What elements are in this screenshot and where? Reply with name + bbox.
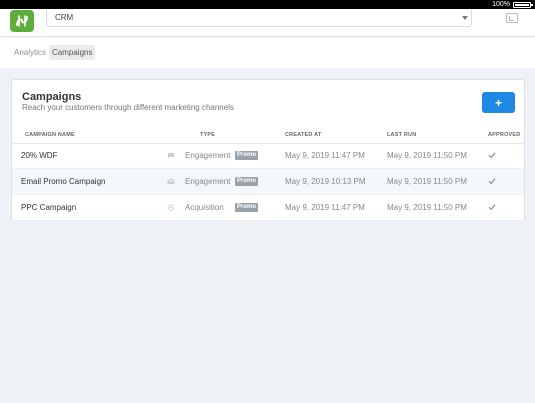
tab-campaigns[interactable]: Campaigns xyxy=(49,45,96,60)
battery-icon xyxy=(513,1,533,8)
created-at: May 9, 2019 11:47 PM xyxy=(285,203,365,212)
table-row[interactable]: 20% WDF Engagement Promo May 9, 2019 11:… xyxy=(12,143,524,169)
check-icon xyxy=(488,204,496,211)
column-header-created-at[interactable]: CREATED AT xyxy=(285,132,321,138)
chevron-down-icon xyxy=(462,16,468,20)
campaign-type: Engagement xyxy=(185,151,231,160)
logo-icon xyxy=(16,15,28,27)
column-header-last-run[interactable]: LAST RUN xyxy=(387,132,416,138)
column-header-campaign-name[interactable]: CAMPAIGN NAME xyxy=(25,132,75,138)
top-bar: CRM xyxy=(0,9,535,37)
battery-indicator: 100% xyxy=(492,0,533,9)
battery-percent: 100% xyxy=(492,1,510,8)
column-header-approved[interactable]: APPROVED xyxy=(488,132,520,138)
promo-badge: Promo xyxy=(235,177,259,186)
campaign-type: Acquisition xyxy=(185,203,224,212)
nav-tabs: Analytics Campaigns xyxy=(0,38,535,68)
campaign-name[interactable]: PPC Campaign xyxy=(21,203,76,212)
app-logo[interactable] xyxy=(10,10,34,32)
promo-badge: Promo xyxy=(235,151,259,160)
page-subtitle: Reach your customers through different m… xyxy=(22,103,234,112)
created-at: May 9, 2019 10:13 PM xyxy=(285,177,366,186)
table-row[interactable]: PPC Campaign Acquisition Promo May 9, 20… xyxy=(12,195,524,221)
page-title: Campaigns xyxy=(22,91,82,103)
tab-analytics[interactable]: Analytics xyxy=(11,45,49,60)
created-at: May 9, 2019 11:47 PM xyxy=(285,151,365,160)
campaign-name[interactable]: Email Promo Campaign xyxy=(21,177,105,186)
campaign-name[interactable]: 20% WDF xyxy=(21,151,57,160)
add-campaign-button[interactable]: + xyxy=(482,92,515,113)
check-icon xyxy=(488,152,496,159)
last-run: May 9, 2019 11:50 PM xyxy=(387,151,467,160)
campaigns-card: Campaigns Reach your customers through d… xyxy=(11,79,525,221)
target-icon xyxy=(167,204,175,211)
status-bar: 100% xyxy=(0,0,535,9)
app-selector[interactable]: CRM xyxy=(46,9,472,27)
fullscreen-icon[interactable] xyxy=(506,13,518,23)
check-icon xyxy=(488,178,496,185)
column-header-type[interactable]: TYPE xyxy=(200,132,215,138)
mail-icon xyxy=(167,178,175,184)
app-selector-value: CRM xyxy=(55,13,74,22)
promo-badge: Promo xyxy=(235,203,259,212)
last-run: May 9, 2019 11:50 PM xyxy=(387,177,467,186)
last-run: May 9, 2019 11:50 PM xyxy=(387,203,467,212)
table-header: CAMPAIGN NAME TYPE CREATED AT LAST RUN A… xyxy=(12,128,524,144)
table-row[interactable]: Email Promo Campaign Engagement Promo Ma… xyxy=(12,169,524,195)
campaign-type: Engagement xyxy=(185,177,231,186)
chat-icon xyxy=(168,153,174,159)
